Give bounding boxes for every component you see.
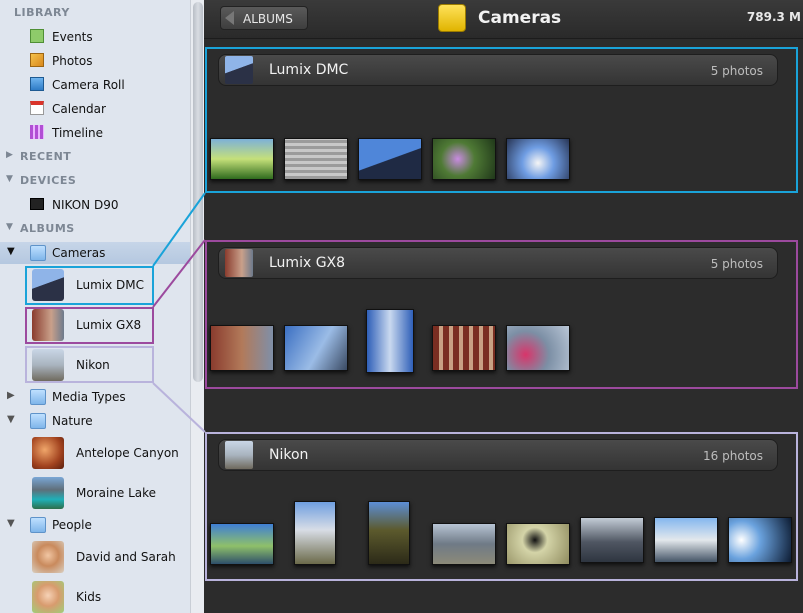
- photo-thumbnail[interactable]: [728, 517, 792, 563]
- sidebar-item-media-types[interactable]: ▶ Media Types: [0, 386, 190, 408]
- photos-icon: [30, 53, 44, 67]
- photo-thumbnail[interactable]: [506, 325, 570, 371]
- folder-icon: [30, 413, 46, 429]
- library-header: LIBRARY: [14, 6, 70, 19]
- library-size: 789.3 M: [746, 10, 801, 24]
- disclosure-triangle-icon[interactable]: ▼: [7, 518, 15, 529]
- photo-thumbnail[interactable]: [580, 517, 644, 563]
- album-thumbnail: [225, 56, 253, 84]
- folder-icon: [30, 389, 46, 405]
- sidebar-album-nikon[interactable]: Nikon: [0, 346, 190, 384]
- album-header-bar[interactable]: Nikon 16 photos: [218, 439, 778, 471]
- photo-thumbnail[interactable]: [366, 309, 414, 373]
- disclosure-triangle-icon[interactable]: ▼: [7, 246, 15, 257]
- recent-header[interactable]: ▶ RECENT: [0, 146, 190, 168]
- sidebar-item-calendar[interactable]: Calendar: [0, 98, 190, 120]
- sidebar-album-moraine-lake[interactable]: Moraine Lake: [0, 474, 190, 512]
- album-thumbnail: [32, 437, 64, 469]
- album-thumbnail: [225, 441, 253, 469]
- albums-back-button[interactable]: ALBUMS: [220, 6, 308, 30]
- events-icon: [30, 29, 44, 43]
- timeline-icon: [30, 125, 44, 139]
- sidebar-album-lumix-dmc[interactable]: Lumix DMC: [0, 266, 190, 304]
- folder-icon: [30, 517, 46, 533]
- sidebar-album-kids[interactable]: Kids: [0, 578, 190, 613]
- folder-icon: [438, 4, 466, 32]
- sidebar-item-nature[interactable]: ▼ Nature: [0, 410, 190, 432]
- disclosure-triangle-icon[interactable]: ▶: [6, 150, 13, 160]
- camera-device-icon: [30, 198, 44, 210]
- sidebar-item-events[interactable]: Events: [0, 26, 190, 48]
- sidebar-item-nikon-d90[interactable]: NIKON D90: [0, 194, 190, 216]
- camera-roll-icon: [30, 77, 44, 91]
- album-thumbnail: [32, 541, 64, 573]
- scrollbar-thumb[interactable]: [193, 2, 203, 382]
- sidebar: LIBRARY Events Photos Camera Roll Calend…: [0, 0, 190, 613]
- photo-thumbnail[interactable]: [210, 523, 274, 565]
- photo-thumbnail[interactable]: [210, 138, 274, 180]
- disclosure-triangle-icon[interactable]: ▼: [6, 222, 13, 232]
- page-title: Cameras: [478, 8, 562, 28]
- photo-thumbnail[interactable]: [368, 501, 410, 565]
- album-thumbnail: [225, 249, 253, 277]
- calendar-icon: [30, 101, 44, 115]
- photo-thumbnail[interactable]: [432, 523, 496, 565]
- album-thumbnail: [32, 349, 64, 381]
- sidebar-album-antelope-canyon[interactable]: Antelope Canyon: [0, 434, 190, 472]
- album-thumbnail: [32, 269, 64, 301]
- sidebar-album-lumix-gx8[interactable]: Lumix GX8: [0, 306, 190, 344]
- photo-thumbnail[interactable]: [210, 325, 274, 371]
- disclosure-triangle-icon[interactable]: ▼: [7, 414, 15, 425]
- sidebar-item-cameras[interactable]: ▼ Cameras: [0, 242, 190, 264]
- album-thumbnail: [32, 581, 64, 613]
- folder-icon: [30, 245, 46, 261]
- sidebar-scrollbar[interactable]: [190, 0, 205, 613]
- album-thumbnail: [32, 477, 64, 509]
- sidebar-item-timeline[interactable]: Timeline: [0, 122, 190, 144]
- main-content: ALBUMS Cameras 789.3 M Lumix DMC 5 photo…: [204, 0, 803, 613]
- photo-thumbnail[interactable]: [358, 138, 422, 180]
- sidebar-item-camera-roll[interactable]: Camera Roll: [0, 74, 190, 96]
- albums-header[interactable]: ▼ ALBUMS: [0, 218, 190, 240]
- sidebar-album-david-and-sarah[interactable]: David and Sarah: [0, 538, 190, 576]
- disclosure-triangle-icon[interactable]: ▼: [6, 174, 13, 184]
- photo-thumbnail[interactable]: [432, 138, 496, 180]
- photo-thumbnail[interactable]: [506, 523, 570, 565]
- photo-thumbnail[interactable]: [432, 325, 496, 371]
- back-arrow-icon: [225, 11, 234, 25]
- toolbar: ALBUMS Cameras 789.3 M: [204, 0, 803, 39]
- album-header-bar[interactable]: Lumix DMC 5 photos: [218, 54, 778, 86]
- photo-thumbnail[interactable]: [654, 517, 718, 563]
- photo-thumbnail[interactable]: [284, 138, 348, 180]
- album-header-bar[interactable]: Lumix GX8 5 photos: [218, 247, 778, 279]
- disclosure-triangle-icon[interactable]: ▶: [7, 390, 15, 401]
- sidebar-item-photos[interactable]: Photos: [0, 50, 190, 72]
- photo-thumbnail[interactable]: [284, 325, 348, 371]
- photo-thumbnail[interactable]: [294, 501, 336, 565]
- album-thumbnail: [32, 309, 64, 341]
- sidebar-item-people[interactable]: ▼ People: [0, 514, 190, 536]
- devices-header[interactable]: ▼ DEVICES: [0, 170, 190, 192]
- photo-thumbnail[interactable]: [506, 138, 570, 180]
